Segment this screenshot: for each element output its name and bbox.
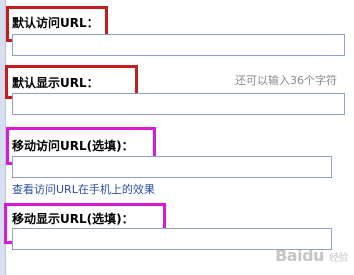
mobile-visit-url-input[interactable] (12, 156, 332, 178)
watermark-brand: Baidu (275, 246, 324, 265)
default-display-url-input[interactable] (12, 93, 345, 115)
watermark-sub: 经验 (329, 253, 349, 264)
baidu-watermark: Baidu 经验 (275, 246, 348, 265)
char-limit-hint: 还可以输入36个字符 (235, 74, 337, 87)
mobile-preview-link[interactable]: 查看访问URL在手机上的效果 (12, 181, 155, 197)
default-visit-url-input[interactable] (12, 34, 345, 56)
